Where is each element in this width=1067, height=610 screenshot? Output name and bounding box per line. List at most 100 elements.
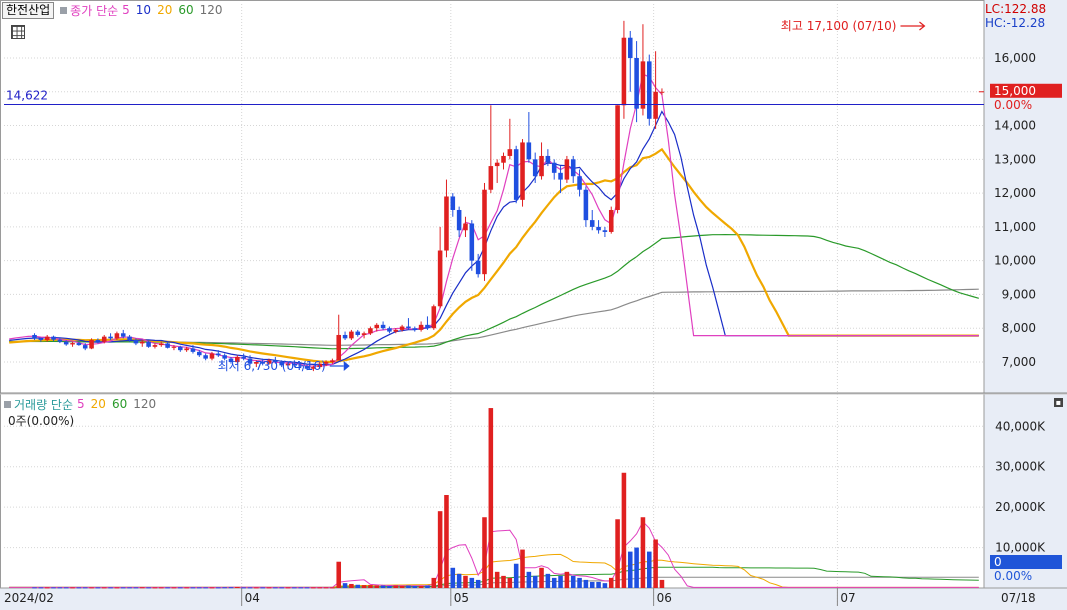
volume-bar xyxy=(475,579,481,588)
vol-legend-ma120[interactable]: 120 xyxy=(133,397,156,411)
candle-up xyxy=(44,336,50,341)
volume-bar xyxy=(323,587,329,589)
candle-up xyxy=(507,149,513,156)
candle-down xyxy=(513,149,519,200)
stock-name-button[interactable]: 한전산업 xyxy=(2,1,55,19)
candle-up xyxy=(101,336,107,342)
volume-bar xyxy=(488,408,494,588)
bottom-axis-panel xyxy=(0,588,1067,610)
candle-down xyxy=(583,189,589,221)
candle-down xyxy=(38,338,44,341)
vol-legend-ma60[interactable]: 60 xyxy=(112,397,127,411)
candle-down xyxy=(203,355,208,359)
legend-ma10[interactable]: 10 xyxy=(136,3,151,17)
candle-down xyxy=(108,336,113,339)
price-tick-label: 11,000 xyxy=(994,220,1036,234)
volume-bar xyxy=(285,587,291,589)
candle-down xyxy=(380,324,386,329)
volume-bar xyxy=(38,587,44,589)
candle-up xyxy=(399,326,405,330)
volume-bar xyxy=(583,579,589,588)
candle-up xyxy=(488,166,494,190)
volume-bar xyxy=(63,587,69,589)
vol-legend-ma5[interactable]: 5 xyxy=(77,397,85,411)
reference-line-label: 14,622 xyxy=(6,89,48,103)
candle-down xyxy=(63,341,69,345)
volume-bar xyxy=(513,563,519,588)
volume-bar xyxy=(216,587,221,589)
volume-bar xyxy=(89,587,94,589)
candle-down xyxy=(570,159,576,177)
candle-down xyxy=(133,340,139,344)
volume-bar xyxy=(387,585,392,588)
candle-down xyxy=(127,336,132,341)
volume-bar xyxy=(120,587,126,589)
date-tick-label: 04 xyxy=(245,591,260,605)
candle-up xyxy=(653,91,658,119)
volume-bar xyxy=(564,571,570,588)
candle-up xyxy=(330,360,335,362)
candle-up xyxy=(520,142,525,200)
volume-bar xyxy=(380,585,386,588)
candle-down xyxy=(57,339,63,342)
volume-bar xyxy=(399,585,405,588)
volume-bar xyxy=(602,583,608,588)
volume-bar xyxy=(336,561,342,588)
volume-bar xyxy=(463,575,468,588)
candle-up xyxy=(539,155,544,177)
legend-ma5[interactable]: 5 xyxy=(122,3,130,17)
candle-down xyxy=(406,326,411,329)
volume-bar xyxy=(653,539,658,588)
volume-bar xyxy=(634,547,639,588)
volume-bar xyxy=(44,587,50,589)
legend-ma120[interactable]: 120 xyxy=(200,3,223,17)
candle-up xyxy=(659,91,665,93)
candle-down xyxy=(545,155,551,163)
volume-bar xyxy=(254,587,259,589)
candle-up xyxy=(70,343,75,345)
candle-up xyxy=(114,333,120,339)
volume-bar xyxy=(171,587,177,589)
candle-down xyxy=(387,328,392,332)
panel-toggle-icon[interactable]: ▪ xyxy=(1054,398,1063,407)
price-tick-label: 9,000 xyxy=(1002,287,1036,301)
volume-bar xyxy=(425,585,430,588)
vol-legend-ma20[interactable]: 20 xyxy=(91,397,106,411)
price-tick-label: 13,000 xyxy=(994,152,1036,166)
legend-ma60[interactable]: 60 xyxy=(178,3,193,17)
volume-bar xyxy=(32,587,37,589)
candle-down xyxy=(456,209,462,231)
volume-bar xyxy=(70,587,75,589)
volume-bar xyxy=(482,517,487,588)
volume-bar xyxy=(82,587,88,589)
legend-ma20[interactable]: 20 xyxy=(157,3,172,17)
volume-bar xyxy=(444,495,449,588)
volume-bar xyxy=(330,587,335,589)
candle-up xyxy=(368,328,373,334)
volume-bar xyxy=(437,511,443,588)
volume-subtext: 0주(0.00%) xyxy=(8,414,75,428)
hc-readout: HC:-12.28 xyxy=(985,16,1046,30)
volume-bar xyxy=(431,577,437,588)
volume-bar xyxy=(266,587,272,589)
volume-bar xyxy=(418,585,424,588)
volume-bar xyxy=(646,551,652,588)
candle-up xyxy=(608,209,614,232)
candle-down xyxy=(551,162,557,173)
volume-bar xyxy=(393,585,399,588)
candle-up xyxy=(463,223,468,231)
volume-bar xyxy=(659,579,665,588)
current-price-label: 15,000 xyxy=(994,84,1036,98)
volume-bar xyxy=(197,587,202,589)
candle-down xyxy=(646,61,652,119)
candle-up xyxy=(615,105,620,210)
price-tick-label: 14,000 xyxy=(994,119,1036,133)
volume-bar xyxy=(558,575,563,588)
volume-bar xyxy=(222,587,227,589)
volume-bar xyxy=(640,517,646,588)
volume-bar xyxy=(292,587,297,589)
volume-bar xyxy=(621,472,627,588)
table-view-icon[interactable] xyxy=(11,25,25,39)
candle-up xyxy=(621,37,627,106)
volume-bar xyxy=(247,587,253,589)
